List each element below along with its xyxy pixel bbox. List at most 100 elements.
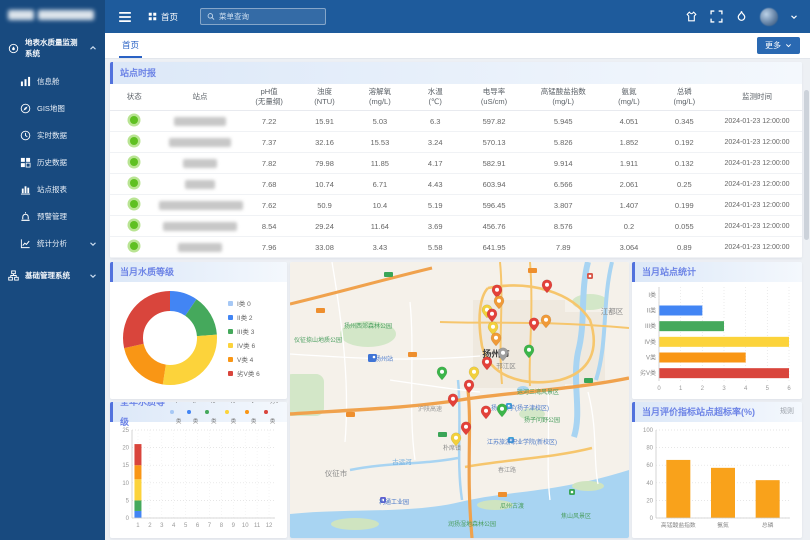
- sidebar-item-label: 统计分析: [37, 238, 67, 249]
- table-row[interactable]: 7.8279.9811.854.17582.919.9141.9110.1322…: [110, 153, 802, 174]
- svg-text:5: 5: [184, 523, 188, 529]
- cell-ph: 8.54: [241, 216, 296, 237]
- sidebar-item-3[interactable]: 历史数据: [0, 149, 105, 176]
- search-icon: [207, 11, 215, 22]
- table-row[interactable]: 7.6250.910.45.19596.453.8071.4070.199202…: [110, 195, 802, 216]
- column-header-turbidity: 浊度(NTU): [297, 84, 352, 111]
- sidebar-section-label: 基础管理系统: [25, 270, 70, 281]
- cell-water_temp: 6.3: [408, 111, 463, 132]
- sidebar-item-6[interactable]: 统计分析: [0, 230, 105, 257]
- rules-link[interactable]: 规则: [780, 402, 794, 422]
- cell-water_temp: 3.69: [408, 216, 463, 237]
- history-icon: [20, 157, 31, 168]
- table-row[interactable]: 7.6810.746.714.43603.946.5662.0610.25202…: [110, 174, 802, 195]
- station-table-body: 7.2215.915.036.3597.825.9454.0510.345202…: [110, 111, 802, 258]
- sidebar-item-0[interactable]: 信息舱: [0, 68, 105, 95]
- cell-tp: 0.192: [657, 132, 712, 153]
- legend-item[interactable]: IV类 6: [228, 340, 260, 350]
- svg-text:II类: II类: [647, 307, 656, 315]
- sidebar-item-label: GIS地图: [37, 103, 65, 114]
- cell-nh3n: 1.852: [601, 132, 656, 153]
- table-row[interactable]: 7.3732.1615.533.24570.135.8261.8520.1922…: [110, 132, 802, 153]
- cell-tp: 0.25: [657, 174, 712, 195]
- more-button[interactable]: 更多: [757, 37, 800, 54]
- topbar-actions: [685, 8, 810, 26]
- cell-conductivity: 603.94: [463, 174, 525, 195]
- svg-text:劣V类: 劣V类: [640, 369, 656, 377]
- column-header-water_temp: 水温(℃): [408, 84, 463, 111]
- legend-item[interactable]: 劣V类 6: [228, 368, 260, 378]
- svg-text:10: 10: [122, 481, 129, 487]
- chevron-up-icon: [89, 44, 97, 52]
- svg-text:IV类: IV类: [644, 338, 656, 346]
- hamburger-icon[interactable]: [118, 10, 132, 24]
- station-table-head: 状态站点pH值(无量纲)浊度(NTU)溶解氧(mg/L)水温(℃)电导率(uS/…: [110, 84, 802, 111]
- monthly-grade-chart: I类 0 II类 2 III类 3 IV类 6 V类 4 劣V类 6: [110, 282, 287, 394]
- sidebar-item-label: 实时数据: [37, 130, 67, 141]
- map-label: 邗江区: [496, 362, 516, 370]
- map-label: 扬子问野公园: [524, 416, 560, 424]
- notification-flame-icon[interactable]: [735, 10, 748, 23]
- breadcrumb[interactable]: 首页: [148, 11, 178, 23]
- menu-search-input[interactable]: 菜单查询: [200, 8, 326, 25]
- cell-time: 2024-01-23 12:00:00: [712, 195, 802, 216]
- svg-text:2: 2: [148, 523, 152, 529]
- sidebar-item-4[interactable]: 站点报表: [0, 176, 105, 203]
- info-hub-icon: [20, 76, 31, 87]
- stacked-bar-chart: 0510152025123456789101112: [110, 422, 281, 534]
- column-header-nh3n: 氨氮(mg/L): [601, 84, 656, 111]
- status-dot: [110, 237, 158, 258]
- chevron-down-icon: [89, 240, 97, 248]
- cell-ph: 7.82: [241, 153, 296, 174]
- legend-item[interactable]: II类 2: [228, 312, 260, 322]
- svg-text:15: 15: [122, 463, 129, 469]
- sidebar-item-5[interactable]: 预警管理: [0, 203, 105, 230]
- cell-tp: 0.055: [657, 216, 712, 237]
- station-table: 状态站点pH值(无量纲)浊度(NTU)溶解氧(mg/L)水温(℃)电导率(uS/…: [110, 84, 802, 258]
- cell-conductivity: 582.91: [463, 153, 525, 174]
- svg-text:V类: V类: [646, 354, 656, 362]
- map-label: 运河三湾风景区: [517, 388, 559, 396]
- chevron-down-icon[interactable]: [790, 13, 798, 21]
- sidebar-item-2[interactable]: 实时数据: [0, 122, 105, 149]
- map-canvas[interactable]: 扬州市邗江区江都区仪征市古运河沪陕高速春江路扬州西郊森林公园仪征捺山地质公园运河…: [290, 262, 629, 538]
- station-name-redacted: [158, 237, 241, 258]
- svg-text:1: 1: [136, 523, 140, 529]
- vertical-bar-chart: 020406080100高锰酸盐指数氨氮总磷: [632, 422, 796, 534]
- cell-ph: 7.68: [241, 174, 296, 195]
- column-header-ph: pH值(无量纲): [241, 84, 296, 111]
- sidebar: 地表水质量监测系统 信息舱 GIS地图实时数据历史数据站点报表预警管理统计分析 基…: [0, 0, 105, 540]
- table-row[interactable]: 8.5429.2411.643.69456.768.5760.20.055202…: [110, 216, 802, 237]
- sidebar-section-base-management[interactable]: 基础管理系统: [0, 261, 105, 290]
- svg-text:12: 12: [266, 523, 273, 529]
- sidebar-item-1[interactable]: GIS地图: [0, 95, 105, 122]
- donut-chart: [110, 282, 226, 394]
- page-scrollbar-thumb[interactable]: [804, 90, 809, 240]
- table-row[interactable]: 7.2215.915.036.3597.825.9454.0510.345202…: [110, 111, 802, 132]
- fullscreen-icon[interactable]: [710, 10, 723, 23]
- legend-item[interactable]: III类 3: [228, 326, 260, 336]
- theme-skin-icon[interactable]: [685, 10, 698, 23]
- tab-home[interactable]: 首页: [119, 33, 142, 58]
- svg-text:9: 9: [232, 523, 236, 529]
- svg-text:100: 100: [643, 428, 654, 434]
- sitemap-icon: [8, 270, 19, 281]
- legend-item[interactable]: V类 4: [228, 354, 260, 364]
- cell-ph: 7.22: [241, 111, 296, 132]
- map-label: 江苏旅游职业学院(新校区): [487, 438, 557, 446]
- monthly-site-stats-title: 当月站点统计: [642, 262, 696, 282]
- sidebar-item-label: 信息舱: [37, 76, 60, 87]
- dashboard-grid-icon: [148, 12, 157, 21]
- gis-map-panel[interactable]: 扬州市邗江区江都区仪征市古运河沪陕高速春江路扬州西郊森林公园仪征捺山地质公园运河…: [290, 262, 629, 538]
- svg-text:8: 8: [220, 523, 224, 529]
- svg-text:6: 6: [787, 386, 791, 392]
- map-label: 仪征捺山地质公园: [294, 336, 342, 344]
- svg-text:3: 3: [160, 523, 164, 529]
- topbar: 首页 菜单查询: [105, 0, 810, 33]
- legend-item[interactable]: I类 0: [228, 298, 260, 308]
- svg-text:80: 80: [646, 446, 653, 452]
- user-avatar[interactable]: [760, 8, 778, 26]
- station-name-redacted: [158, 216, 241, 237]
- sidebar-section-surface-water-system[interactable]: 地表水质量监测系统: [0, 28, 105, 68]
- table-row[interactable]: 7.9633.083.435.58641.957.893.0640.892024…: [110, 237, 802, 258]
